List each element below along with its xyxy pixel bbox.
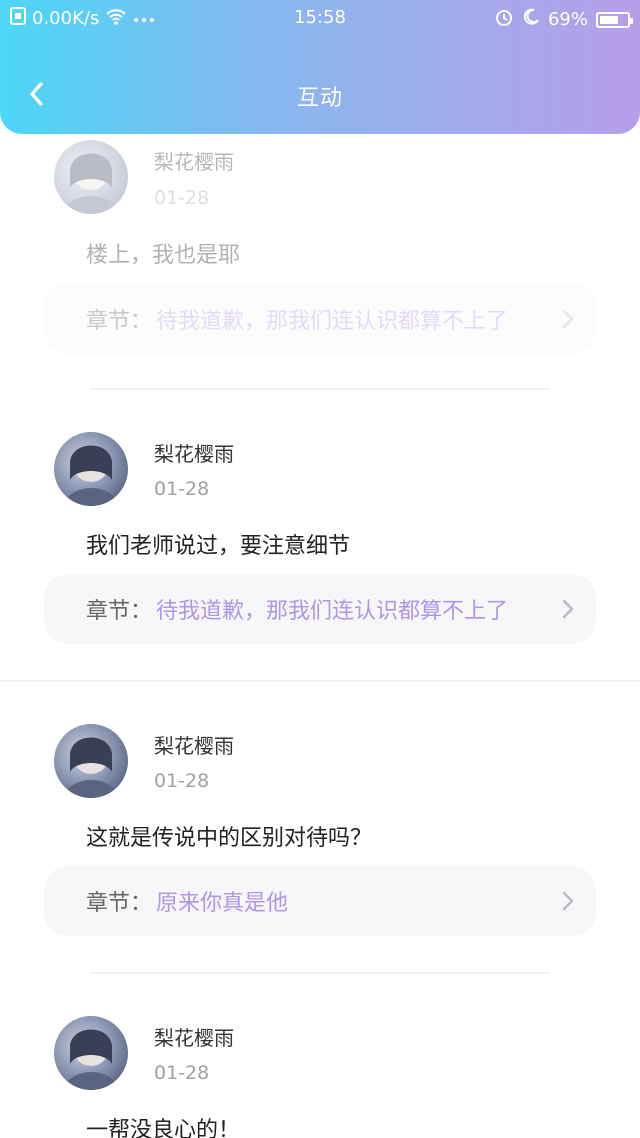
comment-text: 楼上，我也是耶 — [86, 243, 241, 268]
divider — [90, 972, 550, 974]
chevron-right-icon — [558, 596, 578, 622]
chevron-right-icon — [558, 888, 578, 914]
comment-text: 一帮没良心的！ — [86, 1118, 241, 1138]
username: 梨花樱雨 — [154, 442, 234, 466]
avatar[interactable] — [54, 724, 128, 798]
interaction-feed[interactable]: 梨花樱雨 01-28 楼上，我也是耶 章节： 待我道歉，那我们连认识都算不上了 — [0, 134, 640, 1138]
battery-text: 69% — [547, 9, 588, 30]
status-right: 69% — [494, 7, 633, 32]
comment-text: 这就是传说中的区别对待吗？ — [86, 826, 373, 851]
chapter-title: 原来你真是他 — [156, 891, 289, 916]
back-button[interactable] — [22, 82, 50, 110]
chapter-label: 章节： — [86, 891, 153, 916]
chapter-link[interactable]: 章节： 待我道歉，那我们连认识都算不上了 — [44, 574, 596, 644]
screen: 0.00K/s 15:58 69% 互动 梨花樱雨 01-28 楼上，我也是耶 … — [0, 0, 640, 1138]
avatar[interactable] — [54, 432, 128, 506]
chapter-link[interactable]: 章节： 原来你真是他 — [44, 866, 596, 936]
username: 梨花樱雨 — [154, 150, 234, 174]
chapter-title: 待我道歉，那我们连认识都算不上了 — [156, 599, 509, 624]
post-date: 01-28 — [154, 1062, 210, 1084]
chevron-right-icon — [558, 306, 578, 332]
chapter-link[interactable]: 章节： 待我道歉，那我们连认识都算不上了 — [44, 284, 596, 354]
title-bar: 互动 — [0, 70, 640, 122]
post-date: 01-28 — [154, 770, 210, 792]
divider — [90, 388, 550, 390]
chapter-label: 章节： — [86, 599, 153, 624]
battery-fill — [600, 15, 618, 24]
page-title: 互动 — [296, 86, 343, 111]
username: 梨花樱雨 — [154, 1026, 234, 1050]
app-header: 0.00K/s 15:58 69% 互动 — [0, 0, 640, 134]
battery-icon — [596, 11, 633, 28]
comment-text: 我们老师说过，要注意细节 — [86, 534, 351, 559]
alarm-icon — [494, 7, 514, 32]
avatar[interactable] — [54, 140, 128, 214]
chapter-title: 待我道歉，那我们连认识都算不上了 — [156, 309, 509, 334]
divider — [0, 680, 640, 682]
avatar[interactable] — [54, 1016, 128, 1090]
status-bar: 0.00K/s 15:58 69% — [0, 0, 640, 36]
post-date: 01-28 — [154, 187, 210, 209]
moon-icon — [522, 8, 540, 31]
chevron-left-icon — [27, 81, 45, 111]
username: 梨花樱雨 — [154, 734, 234, 758]
post-date: 01-28 — [154, 478, 210, 500]
chapter-label: 章节： — [86, 309, 153, 334]
